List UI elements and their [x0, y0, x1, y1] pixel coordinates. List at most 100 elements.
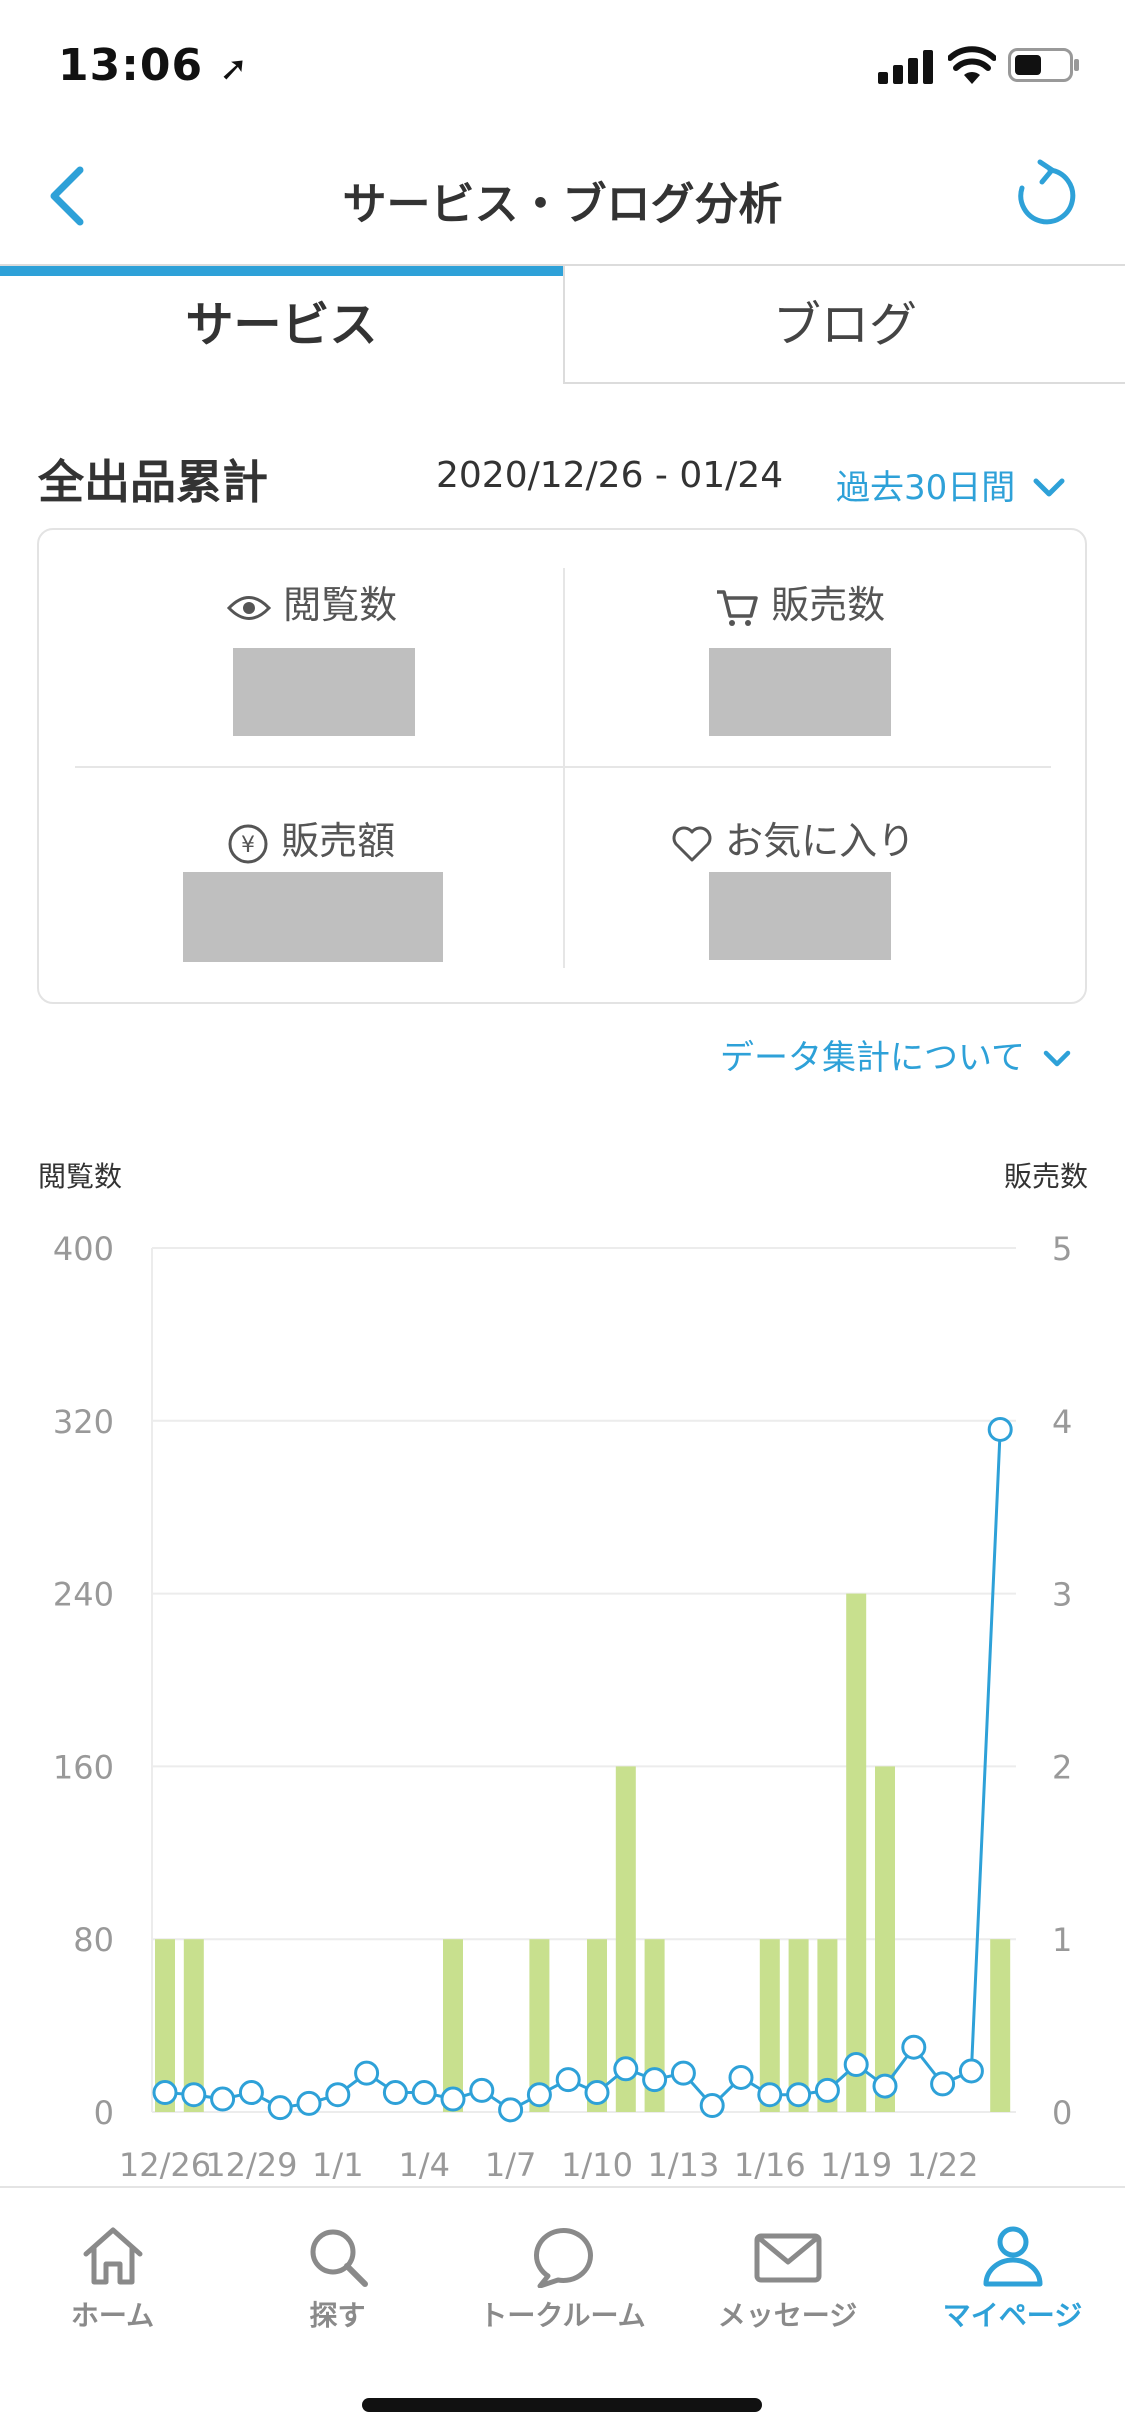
- y-tick-left: 160: [53, 1748, 114, 1786]
- point-views: [613, 2056, 639, 2082]
- home-icon: [83, 2227, 142, 2285]
- bar-sales: [990, 1939, 1011, 2112]
- favorites-value-redacted: [709, 872, 891, 960]
- point-views: [958, 2058, 984, 2084]
- status-time: 13:06 ➚: [58, 40, 249, 91]
- point-views: [296, 2090, 322, 2116]
- y-tick-right: 5: [1052, 1230, 1072, 1268]
- refresh-button[interactable]: [1010, 158, 1076, 230]
- yen-circle-icon: ¥: [228, 824, 268, 863]
- stat-views-label: 閲覧数: [283, 583, 398, 627]
- stat-favorites-label: お気に入り: [725, 819, 916, 863]
- card-horizontal-divider: [75, 766, 1051, 768]
- wifi-icon: [948, 46, 996, 84]
- x-tick-label: 1/22: [907, 2146, 979, 2184]
- nav-mypage[interactable]: マイページ: [900, 2224, 1125, 2334]
- stat-views: 閲覧数: [226, 574, 398, 629]
- sales-count-value-redacted: [709, 648, 891, 736]
- chevron-down-icon: [1033, 478, 1065, 497]
- nav-message[interactable]: メッセージ: [675, 2224, 900, 2334]
- views-value-redacted: [233, 648, 415, 736]
- point-views: [814, 2077, 840, 2103]
- user-icon: [983, 2226, 1042, 2287]
- nav-message-label: メッセージ: [717, 2299, 858, 2332]
- nav-home-label: ホーム: [70, 2299, 155, 2332]
- x-tick-label: 1/7: [485, 2146, 537, 2184]
- point-views: [325, 2082, 351, 2108]
- right-axis-title: 販売数: [1004, 1160, 1088, 1193]
- nav-home[interactable]: ホーム: [0, 2224, 225, 2334]
- bar-sales: [443, 1939, 463, 2112]
- tab-blog[interactable]: ブログ: [563, 266, 1125, 384]
- point-views: [642, 2067, 668, 2093]
- summary-card: 閲覧数 販売数 ¥ 販売額 お気に入り: [37, 528, 1087, 1004]
- x-tick-label: 12/29: [205, 2146, 297, 2184]
- x-tick-label: 1/1: [312, 2146, 364, 2184]
- summary-title: 全出品累計: [38, 455, 268, 509]
- point-views: [210, 2086, 236, 2112]
- bar-sales: [875, 1766, 895, 2112]
- point-views: [555, 2067, 581, 2093]
- mail-icon: [754, 2233, 821, 2283]
- stat-sales-count-label: 販売数: [771, 583, 886, 627]
- point-views: [354, 2060, 380, 2086]
- stat-sales-amount: ¥ 販売額: [227, 810, 395, 865]
- location-arrow-icon: ➚: [219, 49, 249, 89]
- data-aggregation-link[interactable]: データ集計について: [720, 1030, 1072, 1079]
- point-views: [411, 2080, 437, 2106]
- point-views: [699, 2093, 725, 2119]
- nav-talkroom[interactable]: トークルーム: [450, 2224, 675, 2334]
- stat-sales-amount-label: 販売額: [281, 819, 396, 863]
- date-range: 2020/12/26 - 01/24: [436, 455, 784, 496]
- point-views: [238, 2080, 264, 2106]
- heart-icon: [672, 826, 712, 861]
- y-tick-left: 320: [53, 1403, 114, 1441]
- y-tick-left: 240: [53, 1576, 114, 1614]
- nav-mypage-label: マイページ: [942, 2299, 1083, 2332]
- point-views: [757, 2082, 783, 2108]
- y-tick-right: 3: [1052, 1576, 1072, 1614]
- analytics-chart: 閲覧数 販売数 0 80 160 240 320 400 0 1 2 3 4 5 12/2612/29 1/1…: [38, 1160, 1088, 2184]
- svg-text:¥: ¥: [241, 833, 255, 858]
- y-tick-left: 80: [73, 1921, 114, 1959]
- home-indicator: [362, 2398, 762, 2412]
- battery-icon: [1008, 48, 1079, 82]
- stat-favorites: お気に入り: [671, 810, 915, 865]
- point-views: [584, 2080, 610, 2106]
- chat-bubble-icon: [533, 2228, 593, 2288]
- y-tick-left: 0: [94, 2094, 114, 2132]
- x-tick-label: 12/26: [119, 2146, 211, 2184]
- about-link-label: データ集計について: [720, 1038, 1025, 1078]
- y-tick-right: 4: [1052, 1403, 1072, 1441]
- point-views: [152, 2080, 178, 2106]
- point-views: [843, 2051, 869, 2077]
- nav-search-label: 探す: [309, 2299, 366, 2332]
- tab-service[interactable]: サービス: [0, 266, 563, 384]
- point-views: [526, 2082, 552, 2108]
- active-tab-indicator: [0, 266, 563, 276]
- point-views: [382, 2080, 408, 2106]
- x-tick-label: 1/16: [734, 2146, 806, 2184]
- point-views: [181, 2082, 207, 2108]
- line-views: [164, 1429, 1002, 2112]
- left-axis-title: 閲覧数: [38, 1160, 122, 1193]
- period-label: 過去30日間: [836, 468, 1016, 508]
- nav-talkroom-label: トークルーム: [479, 2299, 646, 2332]
- point-views: [786, 2082, 812, 2108]
- point-views: [469, 2077, 495, 2103]
- point-views: [498, 2097, 524, 2123]
- search-icon: [310, 2229, 368, 2287]
- sales-amount-value-redacted: [183, 872, 443, 962]
- x-tick-label: 1/10: [561, 2146, 633, 2184]
- point-views: [440, 2086, 466, 2112]
- chevron-down-icon: [1043, 1050, 1071, 1067]
- card-vertical-divider: [563, 568, 565, 968]
- page-title: サービス・ブログ分析: [342, 179, 783, 230]
- point-views: [728, 2064, 754, 2090]
- x-tick-label: 1/19: [820, 2146, 892, 2184]
- period-dropdown[interactable]: 過去30日間: [836, 460, 1066, 509]
- bar-sales: [846, 1593, 867, 2112]
- nav-search[interactable]: 探す: [225, 2224, 450, 2334]
- stat-sales-count: 販売数: [715, 574, 885, 629]
- point-views: [987, 1416, 1013, 1442]
